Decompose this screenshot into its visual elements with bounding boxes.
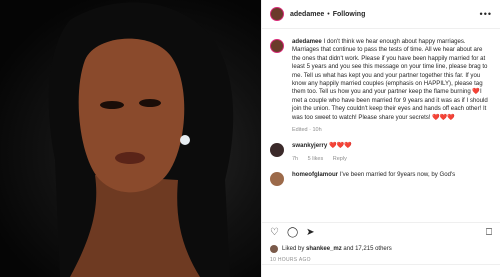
heart-icon[interactable]: ♡ (270, 227, 279, 238)
more-options-icon[interactable]: ••• (480, 9, 492, 19)
following-button[interactable]: Following (333, 11, 366, 18)
post-side-panel: adedamee • Following ••• adedamee I don'… (261, 0, 500, 277)
share-icon[interactable]: ➤ (306, 227, 314, 238)
caption-text: I don't think we hear enough about happy… (292, 38, 488, 121)
post-timestamp: 10 HOURS AGO (270, 257, 311, 263)
author-username[interactable]: adedamee (290, 11, 324, 18)
comment-username[interactable]: swankyjerry (292, 142, 327, 149)
author-avatar[interactable] (270, 7, 284, 21)
comment-text: I've been married for 9years now, by God… (339, 171, 456, 179)
action-bar: ♡ ◯ ➤ ⎕ (262, 222, 500, 241)
caption-username[interactable]: adedamee (292, 38, 322, 45)
caption-avatar[interactable] (270, 39, 284, 53)
portrait-illustration (48, 2, 234, 277)
comment-avatar[interactable] (270, 143, 284, 158)
likes-summary: Liked by shankee_mz and 17,215 others (270, 245, 392, 253)
comment-item: swankyjerry ❤️❤️❤️ 7h 5 likes Reply (262, 134, 500, 163)
liker-avatar[interactable] (270, 245, 278, 253)
comment-username[interactable]: homeofglamour (292, 171, 338, 178)
comment-icon[interactable]: ◯ (287, 227, 298, 238)
post-viewer: adedamee • Following ••• adedamee I don'… (0, 0, 500, 277)
comments-scroll[interactable]: adedamee I don't think we hear enough ab… (262, 30, 500, 222)
bookmark-icon[interactable]: ⎕ (486, 227, 492, 238)
comment-likes[interactable]: 5 likes (308, 156, 324, 162)
caption: adedamee I don't think we hear enough ab… (262, 30, 500, 134)
post-photo[interactable] (0, 0, 261, 277)
likes-suffix[interactable]: and 17,215 others (343, 246, 391, 252)
post-header: adedamee • Following ••• (262, 0, 500, 29)
comment-item: homeofglamour I've been married for 9yea… (262, 163, 500, 187)
separator-dot: • (327, 10, 330, 18)
reply-button[interactable]: Reply (333, 156, 347, 162)
add-comment-area[interactable] (262, 264, 500, 277)
likes-prefix: Liked by (282, 246, 305, 252)
caption-meta: Edited · 10h (292, 127, 322, 134)
liker-username[interactable]: shankee_mz (306, 246, 342, 252)
comment-time: 7h (292, 155, 299, 162)
comment-text: ❤️❤️❤️ (328, 142, 352, 150)
comment-avatar[interactable] (270, 172, 284, 187)
